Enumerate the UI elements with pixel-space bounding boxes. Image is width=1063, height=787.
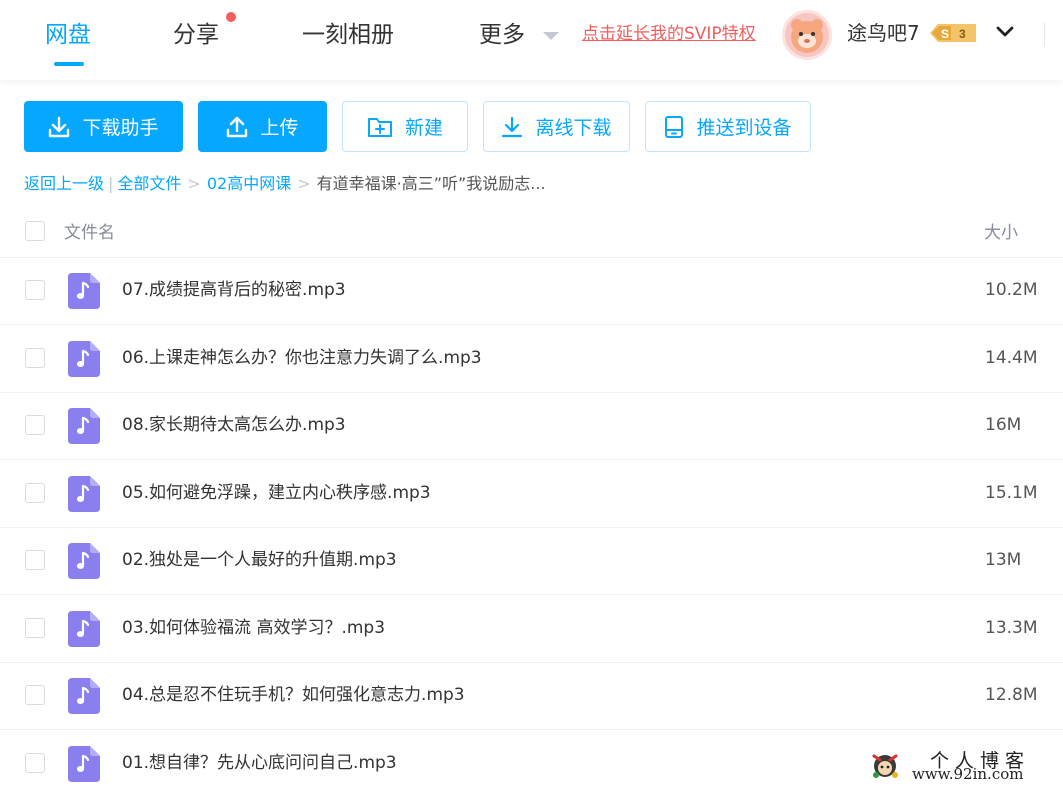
file-size: 13.3M [985, 617, 1038, 638]
watermark-url: www.92in.com [912, 765, 1024, 783]
breadcrumb-separator: > [187, 174, 201, 193]
file-name[interactable]: 01.想自律？先从心底问问自己.mp3 [122, 751, 397, 775]
row-checkbox[interactable] [25, 347, 45, 368]
svip-badge-level: 3 [959, 27, 966, 41]
file-size: 16M [985, 415, 1022, 435]
row-checkbox[interactable] [25, 550, 45, 570]
row-checkbox[interactable] [25, 752, 45, 773]
tab-share[interactable]: 分享 [173, 18, 219, 52]
caret-down-icon[interactable] [543, 32, 559, 40]
new-folder-icon [367, 117, 392, 137]
audio-file-icon [68, 273, 100, 309]
table-row[interactable]: 04.总是忍不住玩手机？如何强化意志力.mp3 12.8M [0, 663, 1063, 730]
breadcrumb-separator: > [297, 174, 311, 193]
file-name[interactable]: 07.成绩提高背后的秘密.mp3 [122, 278, 346, 302]
breadcrumb-divider: | [108, 174, 114, 193]
file-name[interactable]: 06.上课走神怎么办？你也注意力失调了么.mp3 [122, 346, 482, 370]
file-name[interactable]: 08.家长期待太高怎么办.mp3 [122, 413, 346, 437]
row-checkbox[interactable] [25, 685, 45, 705]
avatar[interactable] [782, 10, 832, 60]
row-checkbox[interactable] [25, 482, 45, 503]
table-row[interactable]: 05.如何避免浮躁，建立内心秩序感.mp3 15.1M [0, 461, 1063, 528]
table-row[interactable]: 06.上课走神怎么办？你也注意力失调了么.mp3 14.4M [0, 326, 1063, 393]
upload-button[interactable]: 上传 [198, 101, 327, 152]
new-folder-label: 新建 [404, 117, 443, 139]
top-nav-bar: 网盘 分享 一刻相册 更多 点击延长我的SVIP特权 途鸟吧7 S 3 [0, 0, 1063, 80]
notification-dot [226, 12, 236, 22]
watermark: 个人博客 www.92in.com [868, 746, 1058, 784]
upload-label: 上传 [260, 117, 299, 139]
username[interactable]: 途鸟吧7 [847, 20, 920, 46]
audio-file-icon [68, 745, 100, 782]
row-checkbox[interactable] [25, 415, 45, 435]
table-row[interactable]: 02.独处是一个人最好的升值期.mp3 13M [0, 528, 1063, 595]
audio-file-icon [68, 475, 100, 512]
file-name[interactable]: 03.如何体验福流 高效学习？.mp3 [122, 616, 385, 640]
svip-renew-link[interactable]: 点击延长我的SVIP特权 [582, 22, 756, 46]
select-all-checkbox[interactable] [25, 221, 45, 241]
audio-file-icon [68, 610, 100, 647]
tab-more[interactable]: 更多 [479, 18, 525, 52]
breadcrumb-all-files-link[interactable]: 全部文件 [117, 174, 181, 193]
file-table-header: 文件名 大小 [0, 206, 1063, 258]
tab-moment-album[interactable]: 一刻相册 [302, 18, 394, 52]
device-icon [665, 115, 684, 138]
column-header-name[interactable]: 文件名 [64, 218, 115, 243]
header-divider [1044, 22, 1045, 46]
file-size: 14.4M [985, 347, 1038, 368]
file-size: 12.8M [985, 685, 1038, 705]
audio-file-icon [68, 340, 100, 377]
breadcrumb-current: 有道幸福课·高三”听”我说励志... [316, 174, 546, 193]
file-size: 10.2M [985, 280, 1038, 300]
active-tab-indicator [54, 62, 84, 66]
row-checkbox[interactable] [25, 280, 45, 300]
audio-file-icon [68, 543, 100, 579]
svip-badge-letter: S [941, 27, 949, 41]
tab-netdisk[interactable]: 网盘 [45, 18, 91, 52]
offline-download-button[interactable]: 离线下载 [483, 101, 630, 152]
table-row[interactable]: 07.成绩提高背后的秘密.mp3 10.2M [0, 258, 1063, 325]
upload-icon [227, 116, 248, 137]
column-header-size[interactable]: 大小 [984, 218, 1018, 243]
breadcrumb-folder-link[interactable]: 02高中网课 [207, 174, 291, 193]
push-to-device-label: 推送到设备 [696, 117, 792, 139]
push-to-device-button[interactable]: 推送到设备 [645, 101, 811, 152]
table-row[interactable]: 03.如何体验福流 高效学习？.mp3 13.3M [0, 596, 1063, 663]
breadcrumb-back-link[interactable]: 返回上一级 [24, 174, 104, 193]
breadcrumb: 返回上一级 | 全部文件 >02高中网课 > 有道幸福课·高三”听”我说励志... [24, 172, 546, 196]
row-checkbox[interactable] [25, 617, 45, 638]
svip-level-badge-icon: S 3 [930, 24, 976, 42]
file-size: 13M [985, 550, 1022, 570]
table-row[interactable]: 08.家长期待太高怎么办.mp3 16M [0, 393, 1063, 460]
new-folder-button[interactable]: 新建 [342, 101, 468, 152]
audio-file-icon [68, 678, 100, 714]
chevron-down-icon[interactable] [995, 24, 1015, 40]
download-icon [49, 116, 70, 137]
mascot-logo-icon [872, 754, 898, 778]
audio-file-icon [68, 408, 100, 444]
offline-download-icon [502, 116, 523, 137]
file-name[interactable]: 04.总是忍不住玩手机？如何强化意志力.mp3 [122, 683, 465, 707]
file-size: 15.1M [985, 482, 1038, 503]
file-name[interactable]: 05.如何避免浮躁，建立内心秩序感.mp3 [122, 481, 431, 505]
download-helper-label: 下载助手 [82, 117, 159, 139]
download-helper-button[interactable]: 下载助手 [24, 101, 183, 152]
file-name[interactable]: 02.独处是一个人最好的升值期.mp3 [122, 548, 397, 572]
offline-download-label: 离线下载 [535, 117, 612, 139]
